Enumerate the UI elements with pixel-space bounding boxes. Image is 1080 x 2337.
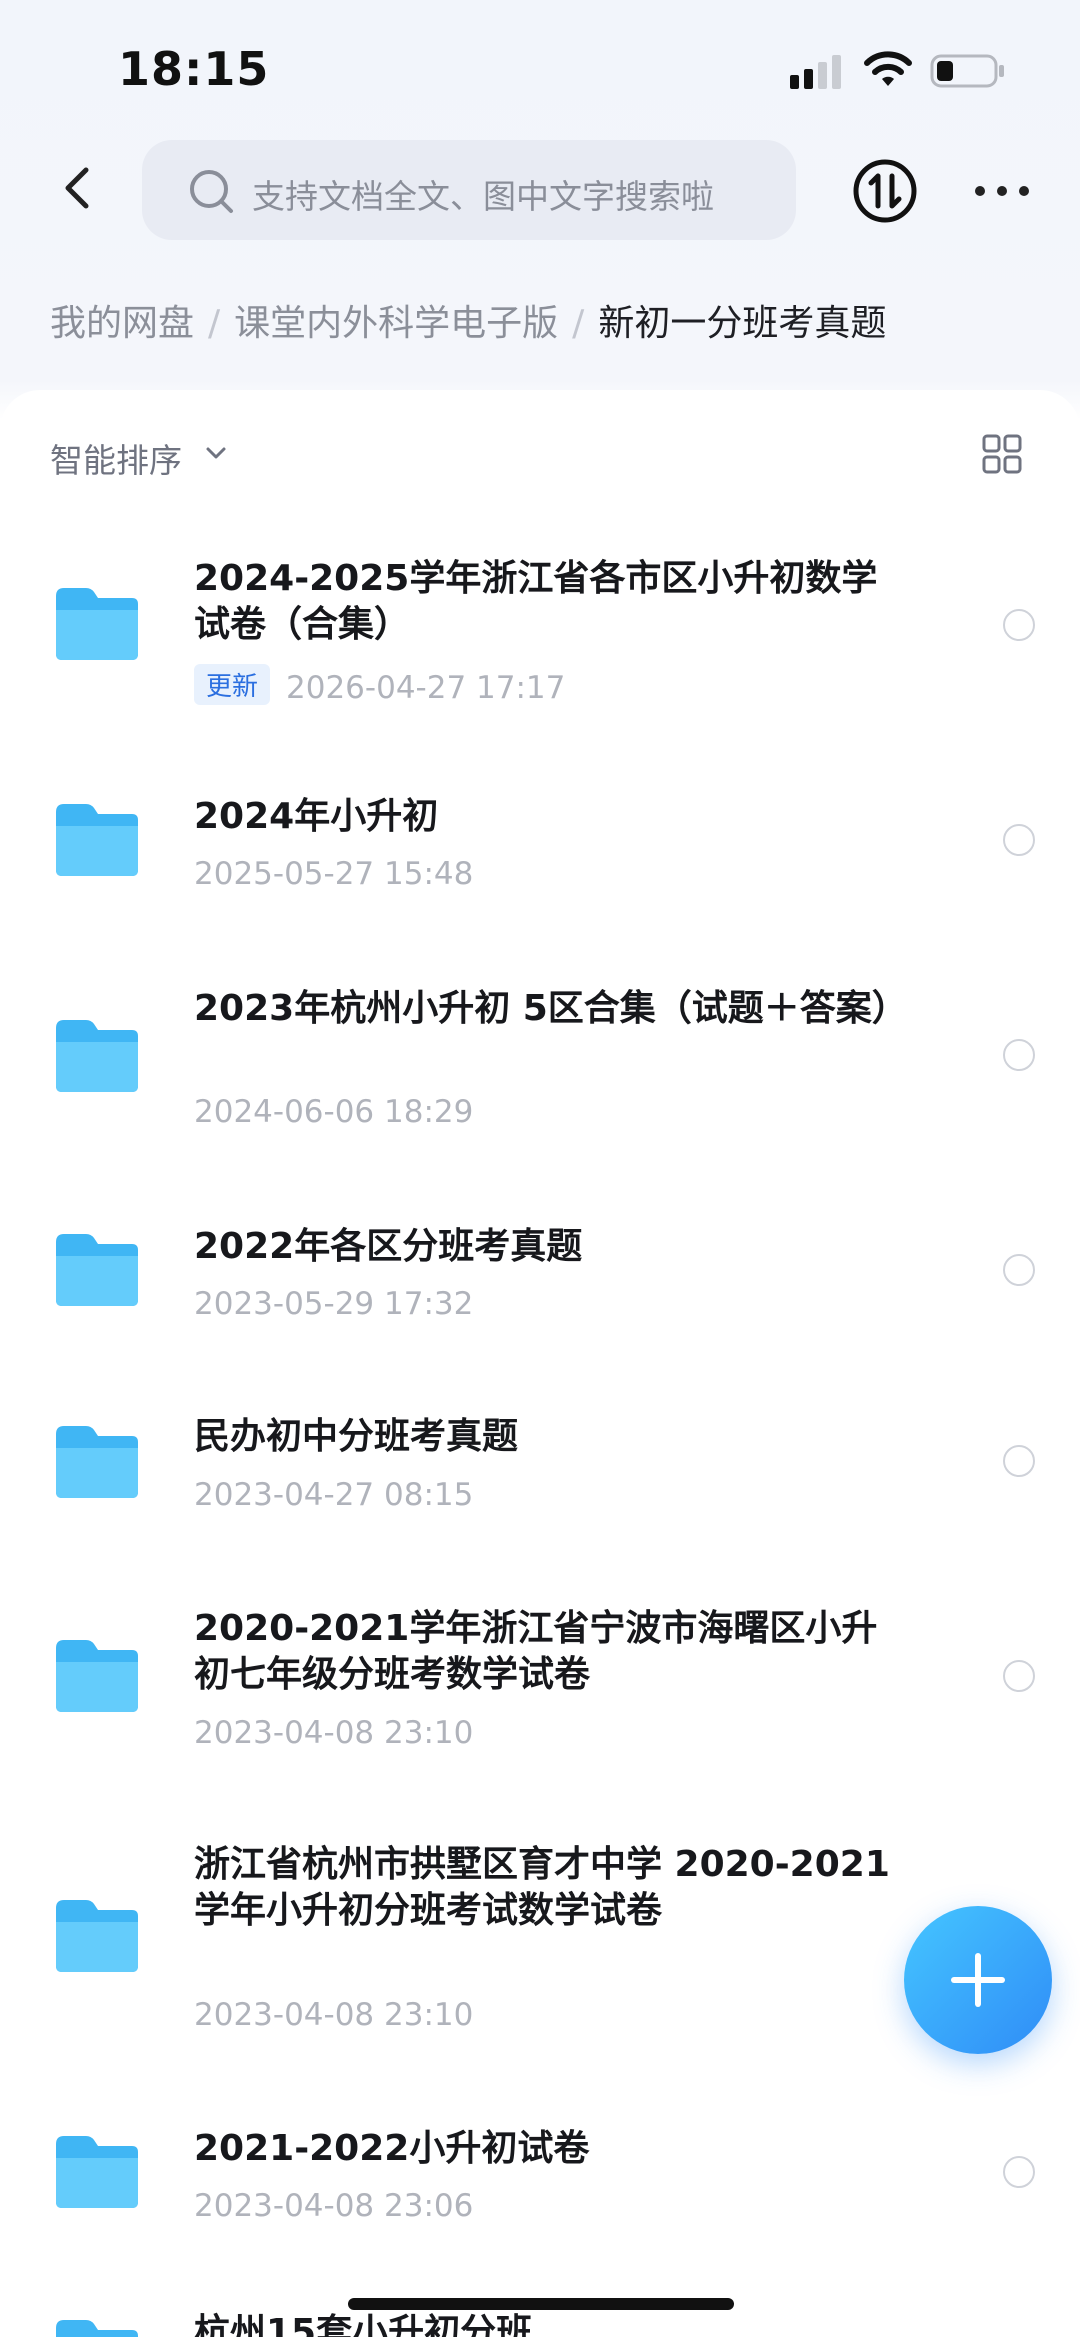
cellular-signal-icon	[790, 55, 841, 89]
select-radio[interactable]	[1003, 609, 1035, 641]
folder-icon	[56, 2320, 138, 2337]
select-radio[interactable]	[1003, 1039, 1035, 1071]
folder-icon	[56, 1234, 138, 1306]
select-radio[interactable]	[1003, 1445, 1035, 1477]
grid-view-icon[interactable]	[982, 434, 1022, 474]
file-date: 2023-04-08 23:06	[194, 2188, 474, 2224]
folder-icon	[56, 1426, 138, 1498]
folder-icon	[56, 588, 138, 660]
folder-icon	[56, 1900, 138, 1972]
file-title: 民办初中分班考真题	[194, 1416, 519, 1457]
plus-icon	[951, 1953, 1005, 2007]
breadcrumb-current: 新初一分班考真题	[598, 303, 887, 344]
breadcrumb: 我的网盘 / 课堂内外科学电子版 / 新初一分班考真题	[50, 294, 886, 346]
file-title: 2022年各区分班考真题	[194, 1226, 583, 1267]
file-date: 2026-04-27 17:17	[286, 670, 566, 706]
more-options-icon[interactable]	[972, 176, 1032, 206]
file-title: 2020-2021学年浙江省宁波市海曙区小升初七年级分班考数学试卷	[194, 1608, 878, 1695]
search-bar[interactable]: 支持文档全文、图中文字搜索啦	[142, 140, 796, 240]
search-icon	[190, 170, 233, 213]
add-button[interactable]	[904, 1906, 1052, 2054]
battery-icon	[930, 54, 1004, 88]
back-arrow-icon[interactable]	[52, 158, 102, 218]
breadcrumb-item-my-drive[interactable]: 我的网盘	[50, 294, 194, 346]
file-date: 2023-04-27 08:15	[194, 1477, 474, 1513]
file-title: 2023年杭州小升初 5区合集（试题＋答案）	[194, 988, 908, 1029]
select-radio[interactable]	[1003, 2156, 1035, 2188]
select-radio[interactable]	[1003, 1660, 1035, 1692]
select-radio[interactable]	[1003, 1254, 1035, 1286]
folder-icon	[56, 1020, 138, 1092]
folder-icon	[56, 1640, 138, 1712]
sort-dropdown[interactable]: 智能排序	[50, 434, 182, 482]
file-date: 2023-04-08 23:10	[194, 1997, 474, 2033]
file-date: 2023-05-29 17:32	[194, 1286, 474, 1322]
home-indicator[interactable]	[348, 2298, 734, 2310]
select-radio[interactable]	[1003, 824, 1035, 856]
folder-icon	[56, 804, 138, 876]
update-badge: 更新	[194, 664, 271, 705]
chevron-down-icon[interactable]	[203, 440, 229, 466]
screen: 18:15 支持文档全文、图中文字搜索啦 我的网盘 / 课堂内外科学电子版 / …	[0, 0, 1080, 2337]
search-placeholder: 支持文档全文、图中文字搜索啦	[252, 177, 714, 216]
wifi-icon	[864, 51, 912, 86]
file-date: 2023-04-08 23:10	[194, 1715, 474, 1751]
breadcrumb-separator: /	[208, 303, 221, 344]
transfer-icon[interactable]	[852, 158, 918, 224]
file-date: 2025-05-27 15:48	[194, 856, 474, 892]
file-title: 浙江省杭州市拱墅区育才中学 2020-2021学年小升初分班考试数学试卷	[194, 1844, 890, 1931]
file-title: 2024年小升初	[194, 796, 439, 837]
status-time: 18:15	[118, 42, 270, 96]
file-meta: 更新 2026-04-27 17:17	[194, 664, 565, 706]
file-title: 杭州15套小升初分班	[194, 2312, 533, 2337]
file-title: 2024-2025学年浙江省各市区小升初数学试卷（合集）	[194, 558, 878, 645]
file-title: 2021-2022小升初试卷	[194, 2128, 590, 2169]
breadcrumb-separator: /	[572, 303, 585, 344]
status-bar: 18:15	[0, 0, 1080, 130]
file-date: 2024-06-06 18:29	[194, 1094, 474, 1130]
breadcrumb-item-folder[interactable]: 课堂内外科学电子版	[234, 294, 558, 346]
folder-icon	[56, 2136, 138, 2208]
